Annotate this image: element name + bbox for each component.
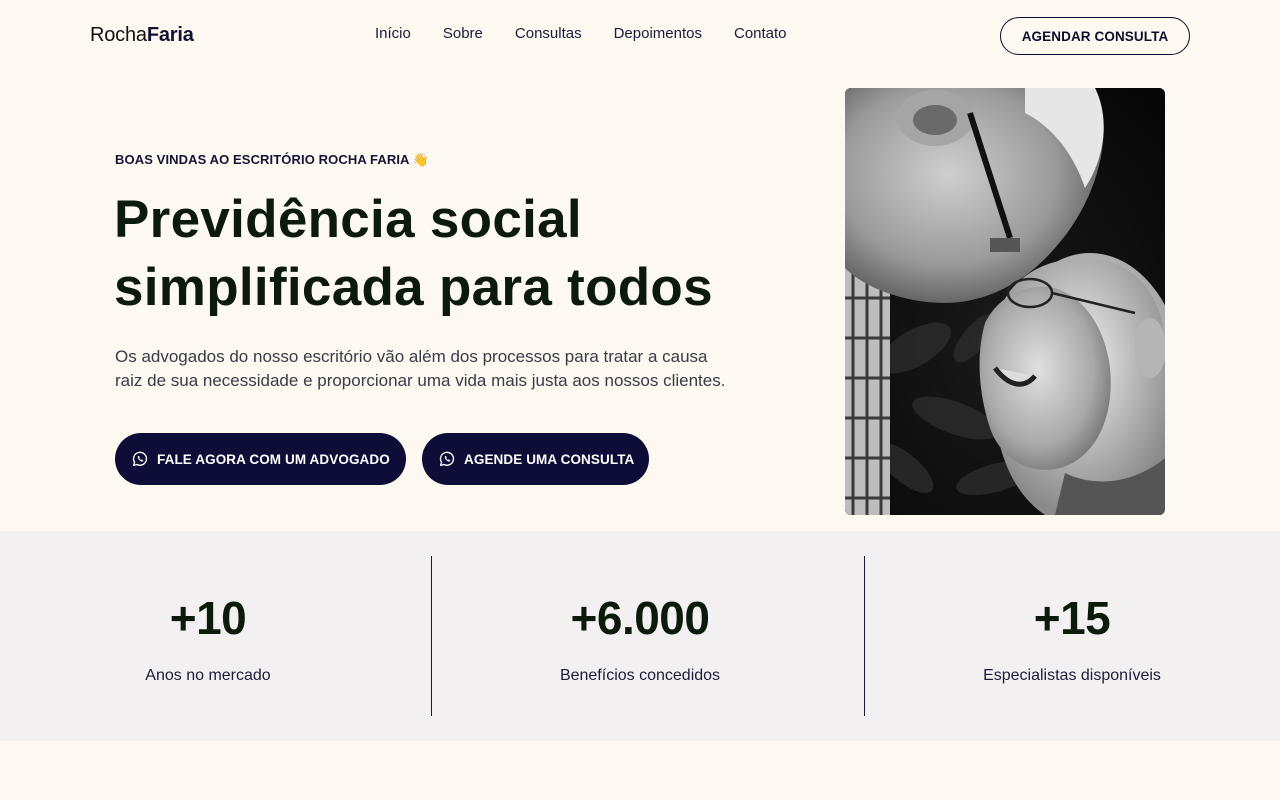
stat-label: Benefícios concedidos [559,667,721,684]
book-consultation-label: AGENDE UMA CONSULTA [464,451,635,467]
stat-label: Anos no mercado [145,667,271,684]
nav-depoimentos[interactable]: Depoimentos [614,25,702,42]
hero-description: Os advogados do nosso escritório vão alé… [115,347,726,390]
stat-divider [431,556,432,716]
talk-to-lawyer-label: FALE AGORA COM UM ADVOGADO [157,451,390,467]
stat-value: +10 [169,592,247,644]
stats-band: +10 Anos no mercado +6.000 Benefícios co… [0,531,1280,741]
main-nav: Início Sobre Consultas Depoimentos Conta… [375,25,819,42]
stat-divider [864,556,865,716]
talk-to-lawyer-button[interactable]: FALE AGORA COM UM ADVOGADO [115,433,406,485]
hero-title: Previdência social simplificada para tod… [114,190,713,317]
whatsapp-icon [439,451,455,467]
nav-contato[interactable]: Contato [734,25,787,42]
hero-eyebrow: BOAS VINDAS AO ESCRITÓRIO ROCHA FARIA 👋 [115,152,430,167]
schedule-consultation-button[interactable]: AGENDAR CONSULTA [1000,17,1190,55]
nav-inicio[interactable]: Início [375,25,411,42]
logo[interactable]: RochaFaria [90,24,194,47]
whatsapp-icon [132,451,148,467]
logo-bold: Faria [146,24,194,46]
logo-regular: Rocha [90,24,147,46]
stat-label: Especialistas disponíveis [983,667,1161,684]
stat-value: +6.000 [570,592,710,644]
site-header: RochaFaria Início Sobre Consultas Depoim… [0,0,1280,72]
nav-sobre[interactable]: Sobre [443,25,483,42]
hero-photo-elderly-couple [845,88,1165,515]
book-consultation-button[interactable]: AGENDE UMA CONSULTA [422,433,649,485]
nav-consultas[interactable]: Consultas [515,25,582,42]
stat-value: +15 [1033,592,1111,644]
